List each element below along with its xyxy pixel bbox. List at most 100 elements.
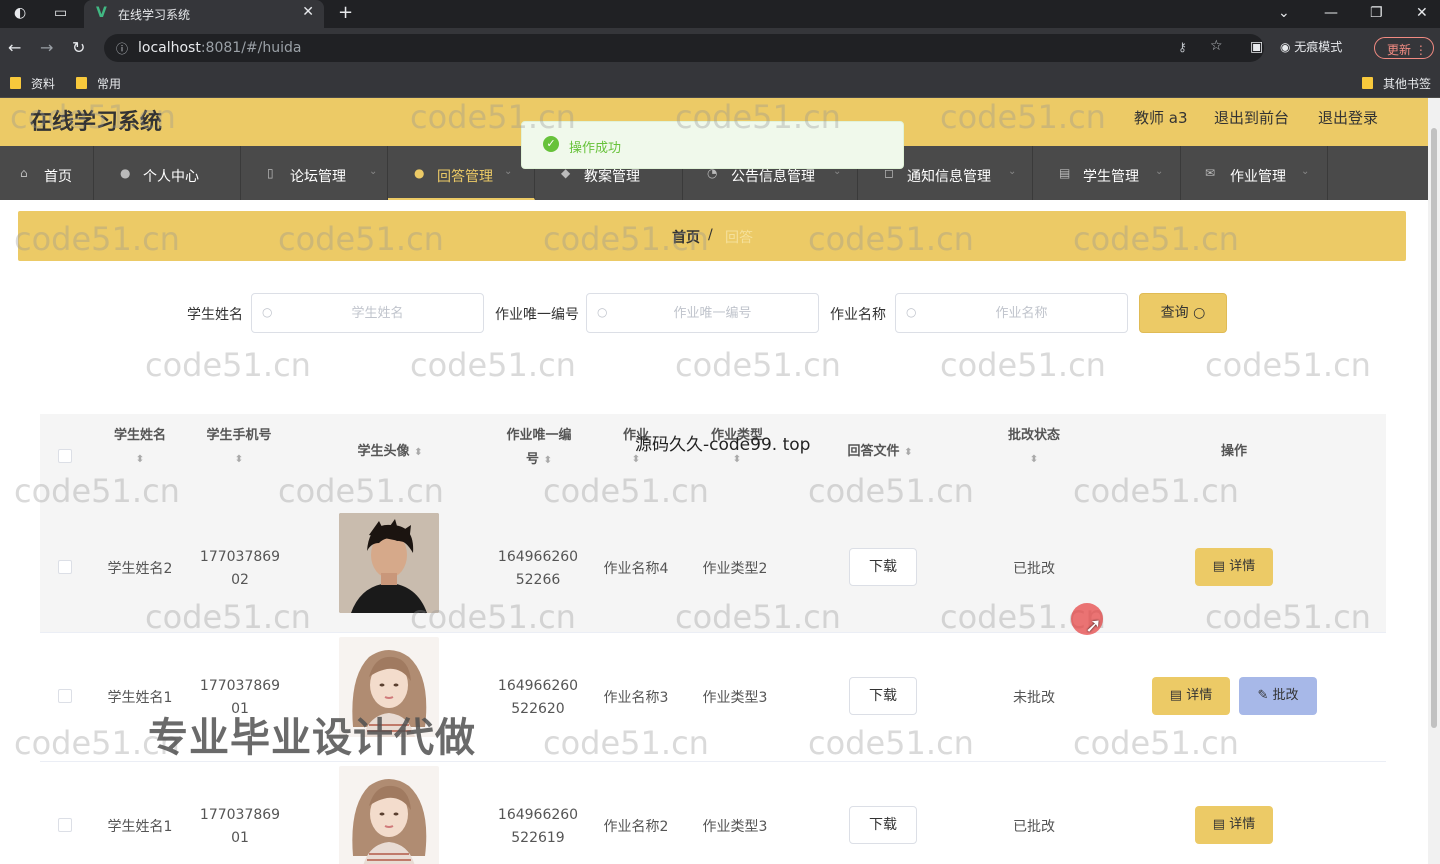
menu-label: 通知信息管理 <box>907 169 991 185</box>
cell-phone: 177037869 02 <box>190 546 290 592</box>
chevron-down-icon: ⌄ <box>1008 166 1017 177</box>
to-front-link[interactable]: 退出到前台 <box>1214 107 1289 128</box>
restore-icon[interactable]: ❐ <box>1370 5 1383 21</box>
mouse-cursor-icon: ➚ <box>1085 613 1102 637</box>
header-text: 批改状态 <box>1007 428 1060 443</box>
query-button[interactable]: 查询 ○ <box>1139 293 1227 333</box>
detail-button[interactable]: ▤ 详情 <box>1152 677 1230 715</box>
download-button[interactable]: 下载 <box>849 806 917 844</box>
select-all-checkbox[interactable] <box>58 449 72 463</box>
hwid-line: 164966260 <box>497 678 579 694</box>
download-button[interactable]: 下载 <box>849 677 917 715</box>
cell-homework-type: 作业类型2 <box>702 561 768 577</box>
sidebar-icon[interactable]: ▣ <box>1250 39 1263 55</box>
other-bookmarks[interactable]: 其他书签 <box>1362 75 1431 92</box>
promo-overlay-text: 专业毕业设计代做 <box>148 715 476 761</box>
sort-icon[interactable]: ⬍ <box>544 455 552 466</box>
reload-icon[interactable]: ↻ <box>72 38 85 57</box>
detail-button[interactable]: ▤ 详情 <box>1195 548 1273 586</box>
homework-name-input[interactable] <box>926 300 1117 326</box>
phone-line: 02 <box>231 572 249 588</box>
star-icon[interactable]: ☆ <box>1210 38 1223 54</box>
home-icon: ⌂ <box>20 166 28 180</box>
hwid-line: 52266 <box>515 572 561 588</box>
browser-tab[interactable]: V 在线学习系统 ✕ <box>84 0 324 28</box>
menu-home[interactable]: ⌂ 首页 <box>0 146 94 200</box>
row-checkbox[interactable] <box>58 818 72 832</box>
menu-homework[interactable]: ✉ 作业管理 ⌄ <box>1181 146 1328 200</box>
col-avatar[interactable]: 学生头像 ⬍ <box>330 440 450 465</box>
review-button[interactable]: ✎ 批改 <box>1239 677 1317 715</box>
sort-icon[interactable]: ⬍ <box>194 448 284 472</box>
col-student-name[interactable]: 学生姓名 ⬍ <box>100 424 180 472</box>
key-icon[interactable]: ⚷ <box>1178 40 1187 54</box>
cell-student-name: 学生姓名2 <box>107 561 173 577</box>
bookmark-label: 资料 <box>31 77 56 91</box>
chevron-down-icon: ⌄ <box>1155 166 1164 177</box>
site-info-icon[interactable]: ⓘ <box>116 40 128 57</box>
scrollbar-thumb[interactable] <box>1431 128 1437 728</box>
bookmarks-bar: 资料 常用 其他书签 <box>0 68 1440 98</box>
incognito-indicator[interactable]: ◉ 无痕模式 <box>1280 38 1342 55</box>
query-label: 查询 <box>1160 305 1189 321</box>
col-review-status[interactable]: 批改状态 ⬍ <box>994 424 1074 472</box>
student-avatar-male[interactable] <box>339 513 439 613</box>
new-tab-icon[interactable]: + <box>338 2 353 23</box>
header-text: 回答文件 <box>847 444 900 459</box>
bookmark-folder-ziliao[interactable]: 资料 <box>10 75 55 92</box>
browser-menu-icon[interactable]: ◐ <box>14 5 26 21</box>
tab-list-icon[interactable]: ▭ <box>54 5 67 21</box>
menu-personal-center[interactable]: ● 个人中心 <box>94 146 241 200</box>
sort-icon[interactable]: ⬍ <box>904 447 912 458</box>
sort-icon[interactable]: ⬍ <box>414 447 422 458</box>
col-student-phone[interactable]: 学生手机号 ⬍ <box>194 424 284 472</box>
close-tab-icon[interactable]: ✕ <box>302 4 314 20</box>
close-window-icon[interactable]: ✕ <box>1416 5 1428 21</box>
menu-students[interactable]: ▤ 学生管理 ⌄ <box>1033 146 1181 200</box>
student-name-input[interactable] <box>282 300 473 326</box>
homework-name-field[interactable]: ○ <box>895 293 1128 333</box>
sort-icon[interactable]: ⬍ <box>100 448 180 472</box>
menu-label: 回答管理 <box>437 169 493 185</box>
back-icon[interactable]: ← <box>8 38 21 57</box>
bookmark-folder-changyong[interactable]: 常用 <box>76 75 121 92</box>
homework-id-input[interactable] <box>617 300 808 326</box>
menu-label: 学生管理 <box>1083 169 1139 185</box>
student-avatar-female[interactable] <box>339 766 439 864</box>
folder-icon <box>76 77 87 89</box>
url-host: localhost <box>138 40 201 56</box>
logout-link[interactable]: 退出登录 <box>1318 107 1378 128</box>
update-label: 更新 <box>1387 43 1412 57</box>
sort-icon[interactable]: ⬍ <box>994 448 1074 472</box>
source-overlay-text: 源码久久-code99. top <box>635 435 811 455</box>
table-header: 学生姓名 ⬍ 学生手机号 ⬍ 学生头像 ⬍ 作业唯一编 号 ⬍ 作业 ⬍ 作业类… <box>40 414 1386 504</box>
breadcrumb-home[interactable]: 首页 <box>672 227 700 247</box>
search-icon: ○ <box>262 305 273 319</box>
menu-label: 教案管理 <box>584 169 640 185</box>
page-scrollbar[interactable] <box>1428 98 1440 864</box>
cell-homework-name: 作业名称4 <box>603 561 669 577</box>
phone-line: 177037869 <box>199 807 281 823</box>
search-icon: ○ <box>1193 305 1206 321</box>
forward-icon[interactable]: → <box>40 38 53 57</box>
row-checkbox[interactable] <box>58 689 72 703</box>
url-field[interactable]: ⓘ localhost:8081/#/huida ⚷ ☆ <box>104 34 1264 62</box>
col-homework-id[interactable]: 作业唯一编 号 ⬍ <box>494 424 584 473</box>
doc-icon: ▤ <box>1212 559 1226 574</box>
cell-homework-id: 164966260 52266 <box>488 546 588 592</box>
menu-answers[interactable]: ● 回答管理 ⌄ <box>388 146 535 200</box>
col-answer-file[interactable]: 回答文件 ⬍ <box>830 440 930 465</box>
row-checkbox[interactable] <box>58 560 72 574</box>
homework-id-field[interactable]: ○ <box>586 293 819 333</box>
chevron-down-icon: ⌄ <box>504 166 513 177</box>
detail-button[interactable]: ▤ 详情 <box>1195 806 1273 844</box>
download-button[interactable]: 下载 <box>849 548 917 586</box>
student-name-field[interactable]: ○ <box>251 293 484 333</box>
menu-label: 个人中心 <box>143 169 199 185</box>
cell-homework-id: 164966260 522620 <box>488 675 588 721</box>
review-label: 批改 <box>1272 688 1299 703</box>
update-button[interactable]: 更新 ⋮ <box>1374 37 1434 59</box>
minimize-icon[interactable]: — <box>1324 5 1338 21</box>
chevron-down-icon[interactable]: ⌄ <box>1278 5 1290 21</box>
menu-forum[interactable]: ▯ 论坛管理 ⌄ <box>241 146 388 200</box>
